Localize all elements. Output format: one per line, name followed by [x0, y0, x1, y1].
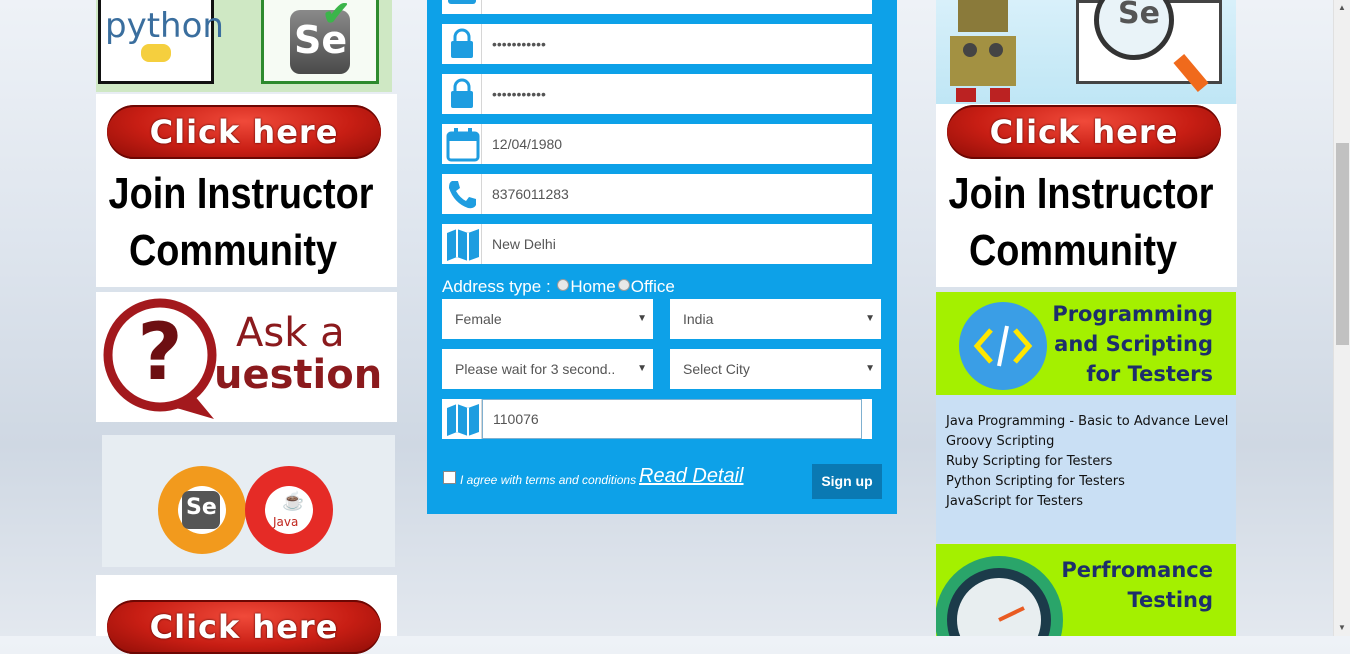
calendar-icon — [442, 124, 482, 164]
selenium-java-gears-banner[interactable]: Se Java ☕ — [102, 435, 395, 567]
left-ad-column: python Se ✔ Click here Join Instructor C… — [96, 0, 397, 654]
home-radio[interactable] — [557, 279, 570, 291]
python-logo: python — [98, 0, 224, 84]
prog-line1: Programming — [1052, 302, 1213, 326]
country-select-value: India — [683, 311, 714, 327]
course-item[interactable]: Groovy Scripting — [936, 432, 1236, 452]
dropdown-arrow-icon: ▼ — [865, 363, 875, 374]
perf-line2: Testing — [1127, 588, 1214, 612]
zip-row — [442, 399, 872, 439]
city-select-value: Select City — [683, 361, 750, 377]
read-detail-link[interactable]: Read Detail — [639, 465, 744, 488]
state-select[interactable]: Please wait for 3 second.. ▼ — [442, 349, 653, 389]
course-item[interactable]: Java Programming - Basic to Advance Leve… — [936, 412, 1236, 432]
community-text-right: Community — [968, 226, 1178, 275]
dropdown-arrow-icon: ▼ — [865, 313, 875, 324]
java-cup-icon: ☕ — [282, 491, 305, 511]
phone-icon — [442, 174, 482, 214]
phone-row — [442, 174, 872, 214]
map-icon — [442, 224, 482, 264]
uestion-text: uestion — [214, 352, 383, 398]
click-here-button-2[interactable]: Click here — [107, 600, 381, 654]
home-radio-label[interactable]: Home — [570, 277, 615, 296]
confirm-password-field[interactable] — [482, 74, 862, 114]
course-item[interactable]: Python Scripting for Testers — [936, 472, 1236, 492]
scroll-up-arrow-icon[interactable]: ▲ — [1338, 3, 1346, 12]
dob-row — [442, 124, 872, 164]
performance-testing-banner[interactable]: Perfromance Testing — [936, 544, 1236, 636]
address-type-label: Address type : — [442, 277, 551, 296]
join-instructor-banner[interactable]: Click here Join Instructor Community — [96, 94, 397, 287]
city-row — [442, 224, 872, 264]
code-icon — [959, 302, 1047, 390]
click-here-banner-2[interactable]: Click here — [96, 575, 397, 654]
robot-icon — [950, 0, 1016, 102]
robot-se-text: Se — [1118, 0, 1160, 31]
city-select[interactable]: Select City ▼ — [670, 349, 881, 389]
gender-select-value: Female — [455, 311, 502, 327]
prog-line2: and Scripting — [1054, 332, 1213, 356]
join-instructor-text-right: Join Instructor — [948, 169, 1214, 218]
registration-form: Address type : Home Office Female ▼ India… — [427, 0, 897, 514]
join-instructor-banner-right[interactable]: Click here Join Instructor Community — [936, 104, 1237, 287]
state-select-value: Please wait for 3 second.. — [455, 361, 616, 377]
right-ad-column: Se Click here Join Instructor Community … — [936, 0, 1237, 636]
python-selenium-banner[interactable]: python Se ✔ — [96, 0, 392, 92]
click-here-button[interactable]: Click here — [107, 105, 381, 159]
password-field[interactable] — [482, 24, 862, 64]
python-logo-text: python — [105, 6, 224, 46]
email-row — [442, 0, 872, 14]
perf-line1: Perfromance — [1061, 558, 1213, 582]
signup-button[interactable]: Sign up — [812, 464, 882, 499]
lock-icon — [442, 24, 482, 64]
lock-icon — [442, 74, 482, 114]
svg-text:?: ? — [137, 308, 182, 398]
terms-checkbox[interactable] — [443, 471, 456, 484]
gear-java-text: Java — [273, 515, 299, 529]
question-mark-icon: ? — [103, 298, 217, 419]
robot-selenium-banner[interactable]: Se — [936, 0, 1236, 104]
course-item[interactable]: JavaScript for Testers — [936, 492, 1236, 512]
vertical-scrollbar[interactable]: ▲ ▼ — [1333, 0, 1350, 636]
dropdown-arrow-icon: ▼ — [637, 363, 647, 374]
agree-text: I agree with terms and conditions — [460, 473, 637, 487]
confirm-password-row — [442, 74, 872, 114]
dob-field[interactable] — [482, 124, 862, 164]
prog-line3: for Testers — [1086, 362, 1213, 386]
gear-se-text: Se — [186, 495, 217, 520]
city-field[interactable] — [482, 224, 862, 264]
dropdown-arrow-icon: ▼ — [637, 313, 647, 324]
ask-a-question-banner[interactable]: ? Ask a uestion — [96, 292, 397, 422]
click-here-button-right[interactable]: Click here — [947, 105, 1221, 159]
course-list: Java Programming - Basic to Advance Leve… — [936, 395, 1236, 543]
password-row — [442, 24, 872, 64]
community-text: Community — [128, 226, 338, 275]
address-type: Address type : Home Office — [442, 277, 675, 297]
course-item[interactable]: Ruby Scripting for Testers — [936, 452, 1236, 472]
phone-field[interactable] — [482, 174, 862, 214]
checkmark-icon: ✔ — [322, 0, 351, 33]
office-radio-label[interactable]: Office — [631, 277, 675, 296]
office-radio[interactable] — [617, 279, 630, 291]
gears-icon — [158, 466, 333, 554]
ask-a-text: Ask a — [236, 310, 345, 356]
join-instructor-text: Join Instructor — [108, 169, 374, 218]
selenium-logo: Se ✔ — [261, 0, 379, 84]
gender-select[interactable]: Female ▼ — [442, 299, 653, 339]
programming-scripting-banner[interactable]: Programming and Scripting for Testers — [936, 292, 1236, 395]
speedometer-icon — [936, 556, 1063, 636]
scrollbar-thumb[interactable] — [1336, 143, 1349, 345]
zip-field[interactable] — [482, 399, 862, 439]
country-select[interactable]: India ▼ — [670, 299, 881, 339]
email-field[interactable] — [482, 0, 862, 14]
scroll-down-arrow-icon[interactable]: ▼ — [1338, 623, 1346, 632]
envelope-icon — [442, 0, 482, 14]
map-icon — [442, 399, 482, 439]
